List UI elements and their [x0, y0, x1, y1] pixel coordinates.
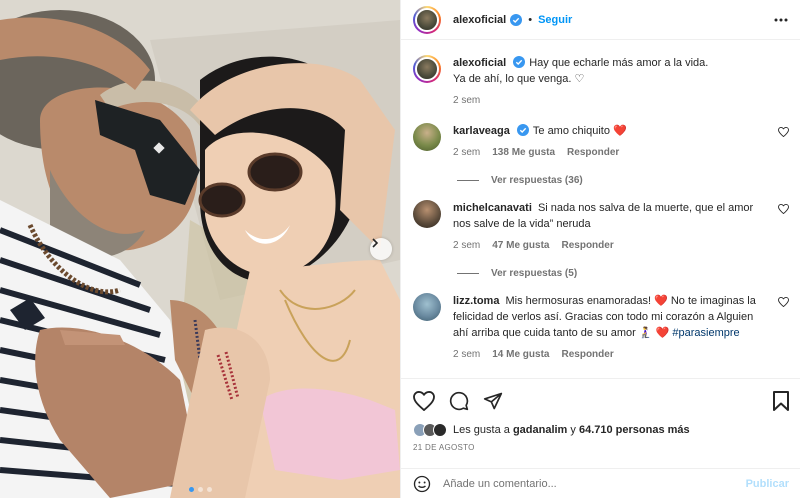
comment-username[interactable]: karlaveaga — [453, 125, 510, 137]
caption-author-avatar[interactable] — [413, 55, 441, 83]
like-heart-icon[interactable] — [413, 391, 435, 411]
likes-summary: Les gusta a gadanalim y 64.710 personas … — [413, 423, 789, 437]
comment-input[interactable] — [443, 477, 746, 490]
comment-text: Te amo chiquito ❤️ — [532, 125, 627, 137]
commenter-avatar[interactable] — [413, 293, 441, 321]
verified-badge-icon — [516, 124, 529, 136]
view-replies-button[interactable]: Ver respuestas (36) — [457, 175, 789, 186]
reply-button[interactable]: Responder — [567, 145, 619, 161]
caption-text-line1: Hay que echarle más amor a la vida. — [529, 57, 709, 69]
comment-like-heart-icon[interactable] — [778, 296, 789, 310]
view-replies-label: Ver respuestas (5) — [491, 268, 578, 279]
verified-badge-icon — [510, 13, 523, 26]
comment-likes[interactable]: 47 Me gusta — [492, 238, 549, 254]
header-separator: • — [528, 13, 533, 26]
publish-button[interactable]: Publicar — [746, 478, 789, 490]
comment-likes[interactable]: 138 Me gusta — [492, 145, 555, 161]
view-replies-button[interactable]: Ver respuestas (5) — [457, 268, 789, 279]
comment-time[interactable]: 2 sem — [453, 238, 480, 254]
author-avatar[interactable] — [413, 5, 441, 34]
view-replies-label: Ver respuestas (36) — [491, 175, 583, 186]
reply-button[interactable]: Responder — [561, 347, 613, 363]
comment-likes[interactable]: 14 Me gusta — [492, 347, 549, 363]
post-date[interactable]: 21 DE AGOSTO — [413, 443, 789, 452]
comment-username[interactable]: michelcanavati — [453, 202, 532, 214]
caption: alexoficial Hay que echarle más amor a la… — [413, 55, 789, 109]
more-options-icon[interactable] — [774, 18, 788, 22]
likes-prefix: Les gusta a — [453, 424, 510, 436]
author-username[interactable]: alexoficial — [453, 14, 506, 26]
carousel-dots — [0, 487, 400, 492]
comments-list[interactable]: alexoficial Hay que echarle más amor a la… — [401, 41, 800, 377]
comment-time[interactable]: 2 sem — [453, 347, 480, 363]
carousel-dot — [197, 487, 203, 492]
carousel-dot — [206, 487, 212, 492]
likes-middle: y — [570, 424, 576, 436]
post-side-panel: alexoficial • Seguir alexoficial Hay que … — [400, 0, 800, 498]
share-paper-plane-icon[interactable] — [483, 391, 503, 411]
save-bookmark-icon[interactable] — [773, 391, 789, 411]
add-comment-bar: Publicar — [401, 468, 800, 498]
comment-like-heart-icon[interactable] — [778, 126, 789, 140]
comment-item: michelcanavati Si nada nos salva de la m… — [413, 200, 789, 254]
hashtag-link[interactable]: #parasiempre — [672, 327, 739, 339]
comment-item: karlaveaga Te amo chiquito ❤️ 2 sem 138 M… — [413, 123, 789, 161]
photo-illustration — [0, 0, 400, 498]
caption-time[interactable]: 2 sem — [453, 93, 480, 109]
comment-username[interactable]: lizz.toma — [453, 295, 499, 307]
post-photo[interactable] — [0, 0, 400, 498]
liker-avatars[interactable] — [413, 423, 447, 437]
caption-text-line2: Ya de ahí, lo que venga. ♡ — [453, 73, 585, 85]
caption-username[interactable]: alexoficial — [453, 57, 506, 69]
emoji-icon[interactable] — [413, 475, 431, 493]
carousel-next-button[interactable] — [370, 238, 392, 260]
comment-item: lizz.toma Mis hermosuras enamoradas! ❤️ … — [413, 293, 789, 363]
comment-like-heart-icon[interactable] — [778, 203, 789, 217]
chevron-right-icon — [372, 238, 379, 248]
likes-count[interactable]: 64.710 personas más — [579, 424, 690, 436]
carousel-dot — [188, 487, 194, 492]
post-header: alexoficial • Seguir — [401, 0, 800, 40]
reply-button[interactable]: Responder — [561, 238, 613, 254]
verified-badge-icon — [513, 56, 526, 68]
comment-bubble-icon[interactable] — [449, 391, 469, 411]
post-actions: Les gusta a gadanalim y 64.710 personas … — [401, 378, 800, 452]
follow-button[interactable]: Seguir — [538, 14, 572, 26]
commenter-avatar[interactable] — [413, 200, 441, 228]
comment-time[interactable]: 2 sem — [453, 145, 480, 161]
commenter-avatar[interactable] — [413, 123, 441, 151]
likes-user[interactable]: gadanalim — [513, 424, 567, 436]
